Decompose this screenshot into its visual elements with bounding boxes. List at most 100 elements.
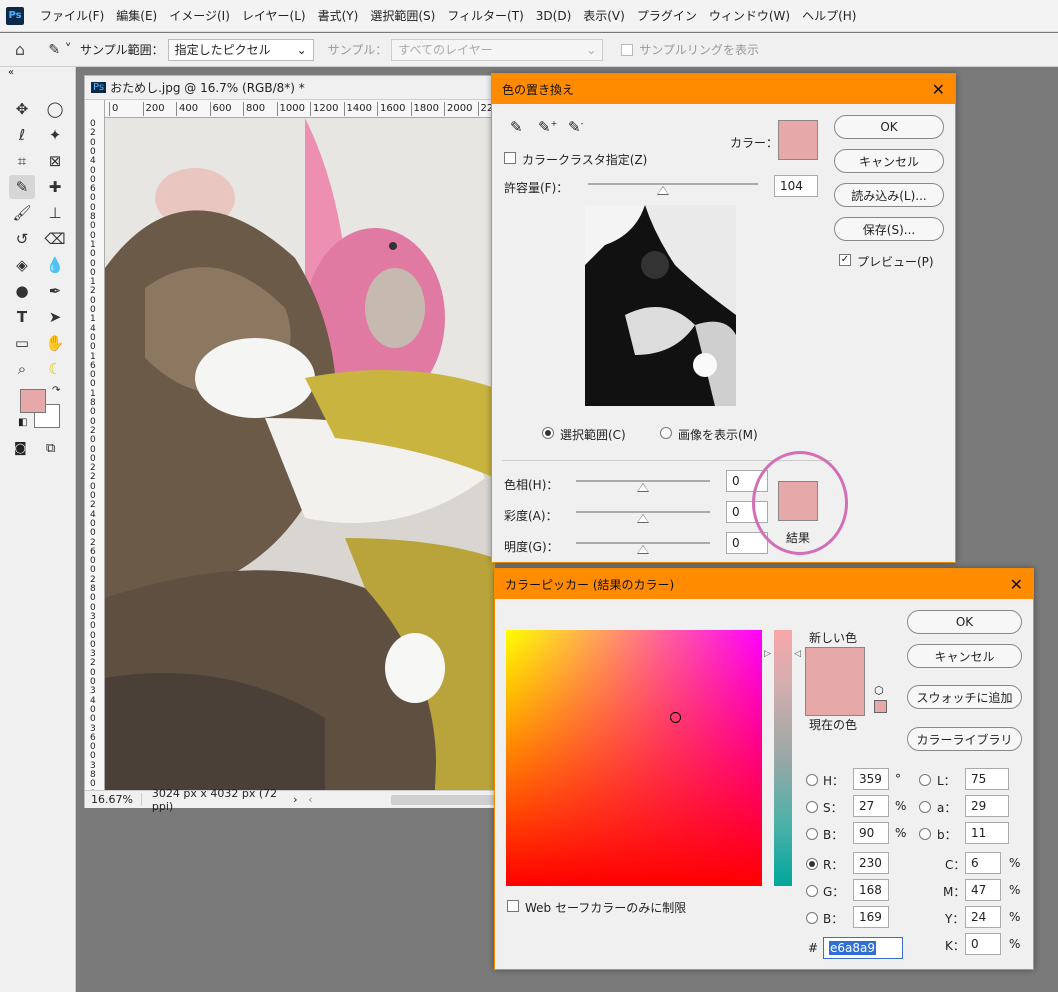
- preview-checkbox[interactable]: ✓: [839, 254, 851, 266]
- picker-cancel-button[interactable]: キャンセル: [907, 644, 1022, 668]
- blur-tool-icon[interactable]: 💧: [42, 253, 68, 277]
- blue-radio[interactable]: [806, 912, 818, 924]
- sample-select[interactable]: すべてのレイヤー ⌄: [391, 38, 604, 61]
- eyedropper-minus-icon[interactable]: ✎-: [568, 118, 583, 136]
- hue-slider[interactable]: [576, 480, 710, 482]
- canvas-photo[interactable]: [105, 118, 495, 790]
- s-radio[interactable]: [806, 801, 818, 813]
- a-input[interactable]: 29: [965, 795, 1009, 817]
- menu-edit[interactable]: 編集(E): [110, 7, 163, 24]
- swap-colors-icon[interactable]: ↷: [52, 385, 60, 396]
- web-safe-checkbox[interactable]: [507, 900, 519, 912]
- path-selection-tool-icon[interactable]: ➤: [42, 305, 68, 329]
- r-input[interactable]: 230: [853, 852, 889, 874]
- document-tab[interactable]: Ps おためし.jpg @ 16.7% (RGB/8*) *: [85, 76, 495, 100]
- screen-mode-icon[interactable]: ⧉: [46, 441, 55, 456]
- menu-select[interactable]: 選択範囲(S): [364, 7, 441, 24]
- horizontal-scrollbar[interactable]: [391, 794, 495, 805]
- tolerance-input[interactable]: 104: [774, 175, 818, 197]
- g-radio[interactable]: [806, 885, 818, 897]
- y-input[interactable]: 24: [965, 906, 1001, 928]
- menu-type[interactable]: 書式(Y): [312, 7, 365, 24]
- hue-strip-right-arrow-icon[interactable]: ◁: [794, 649, 801, 659]
- menu-filter[interactable]: フィルター(T): [441, 7, 529, 24]
- k-input[interactable]: 0: [965, 933, 1001, 955]
- show-ring-checkbox[interactable]: [621, 43, 634, 56]
- l-radio[interactable]: [919, 774, 931, 786]
- save-button[interactable]: 保存(S)...: [834, 217, 944, 241]
- g-input[interactable]: 168: [853, 879, 889, 901]
- a-radio[interactable]: [919, 801, 931, 813]
- scroll-left-icon[interactable]: ‹: [308, 793, 321, 806]
- sample-range-select[interactable]: 指定したピクセル ⌄: [167, 38, 314, 61]
- close-icon[interactable]: ✕: [932, 80, 945, 99]
- web-safe-swatch[interactable]: [874, 700, 887, 713]
- hand-tool-icon[interactable]: ✋: [42, 331, 68, 355]
- eraser-tool-icon[interactable]: ⌫: [42, 227, 68, 251]
- frame-tool-icon[interactable]: ⊠: [42, 149, 68, 173]
- menu-file[interactable]: ファイル(F): [34, 7, 110, 24]
- hue-slider-thumb[interactable]: [637, 483, 649, 492]
- selection-radio[interactable]: [542, 427, 554, 439]
- tolerance-slider-thumb[interactable]: [656, 186, 669, 195]
- menu-3d[interactable]: 3D(D): [530, 9, 577, 23]
- color-field-cursor[interactable]: [670, 712, 681, 723]
- color-picker-titlebar[interactable]: カラーピッカー (結果のカラー) ✕: [495, 569, 1033, 599]
- ellipse-marquee-tool-icon[interactable]: ◯: [42, 97, 68, 121]
- move-tool-icon[interactable]: ✥: [9, 97, 35, 121]
- brush-tool-icon[interactable]: 🖌: [9, 201, 35, 225]
- lab-b-radio[interactable]: [919, 828, 931, 840]
- menu-window[interactable]: ウィンドウ(W): [703, 7, 796, 24]
- show-image-radio[interactable]: [660, 427, 672, 439]
- saturation-slider-thumb[interactable]: [637, 514, 649, 523]
- load-button[interactable]: 読み込み(L)...: [834, 183, 944, 207]
- color-field[interactable]: [506, 630, 762, 886]
- b-input[interactable]: 90: [853, 822, 889, 844]
- eyedropper-preset-icon[interactable]: ✎ ˅: [40, 42, 80, 58]
- s-input[interactable]: 27: [853, 795, 889, 817]
- h-input[interactable]: 359: [853, 768, 889, 790]
- menu-view[interactable]: 表示(V): [577, 7, 631, 24]
- saturation-slider[interactable]: [576, 511, 710, 513]
- lab-b-input[interactable]: 11: [965, 822, 1009, 844]
- hex-input[interactable]: e6a8a9: [823, 937, 903, 959]
- l-input[interactable]: 75: [965, 768, 1009, 790]
- h-radio[interactable]: [806, 774, 818, 786]
- menu-help[interactable]: ヘルプ(H): [796, 7, 862, 24]
- ok-button[interactable]: OK: [834, 115, 944, 139]
- m-input[interactable]: 47: [965, 879, 1001, 901]
- r-radio[interactable]: [806, 858, 818, 870]
- dodge-tool-icon[interactable]: ●: [9, 279, 35, 303]
- menu-plugins[interactable]: プラグイン: [631, 7, 703, 24]
- color-libraries-button[interactable]: カラーライブラリ: [907, 727, 1022, 751]
- stamp-tool-icon[interactable]: ⊥: [42, 201, 68, 225]
- hue-strip-left-arrow-icon[interactable]: ▷: [764, 649, 771, 659]
- color-cluster-checkbox[interactable]: [504, 152, 516, 164]
- pen-tool-icon[interactable]: ✒: [42, 279, 68, 303]
- lightness-slider-thumb[interactable]: [637, 545, 649, 554]
- blue-input[interactable]: 169: [853, 906, 889, 928]
- rectangle-tool-icon[interactable]: ▭: [9, 331, 35, 355]
- hue-strip[interactable]: [774, 630, 792, 886]
- foreground-color-swatch[interactable]: [20, 389, 46, 413]
- home-icon[interactable]: ⌂: [0, 40, 40, 59]
- zoom-tool-icon[interactable]: ⌕: [9, 357, 35, 381]
- crop-tool-icon[interactable]: ⌗: [9, 149, 35, 173]
- add-to-swatch-button[interactable]: スウォッチに追加: [907, 685, 1022, 709]
- healing-brush-tool-icon[interactable]: ✚: [42, 175, 68, 199]
- zoom-level[interactable]: 16.67%: [85, 793, 142, 806]
- eyedropper-tool-icon[interactable]: ✎: [9, 175, 35, 199]
- b-radio[interactable]: [806, 828, 818, 840]
- default-colors-icon[interactable]: ◧: [18, 417, 27, 428]
- type-tool-icon[interactable]: T: [9, 305, 35, 329]
- status-menu-chevron-icon[interactable]: ›: [293, 793, 308, 806]
- quick-mask-icon[interactable]: ◙: [14, 441, 27, 456]
- target-color-swatch[interactable]: [778, 120, 818, 160]
- out-of-gamut-cube-icon[interactable]: ⬡: [874, 684, 884, 697]
- menu-image[interactable]: イメージ(I): [163, 7, 236, 24]
- close-icon[interactable]: ✕: [1010, 575, 1023, 594]
- magic-wand-tool-icon[interactable]: ✦: [42, 123, 68, 147]
- current-color-swatch[interactable]: [805, 682, 865, 716]
- collapse-icon[interactable]: «: [8, 67, 14, 78]
- cancel-button[interactable]: キャンセル: [834, 149, 944, 173]
